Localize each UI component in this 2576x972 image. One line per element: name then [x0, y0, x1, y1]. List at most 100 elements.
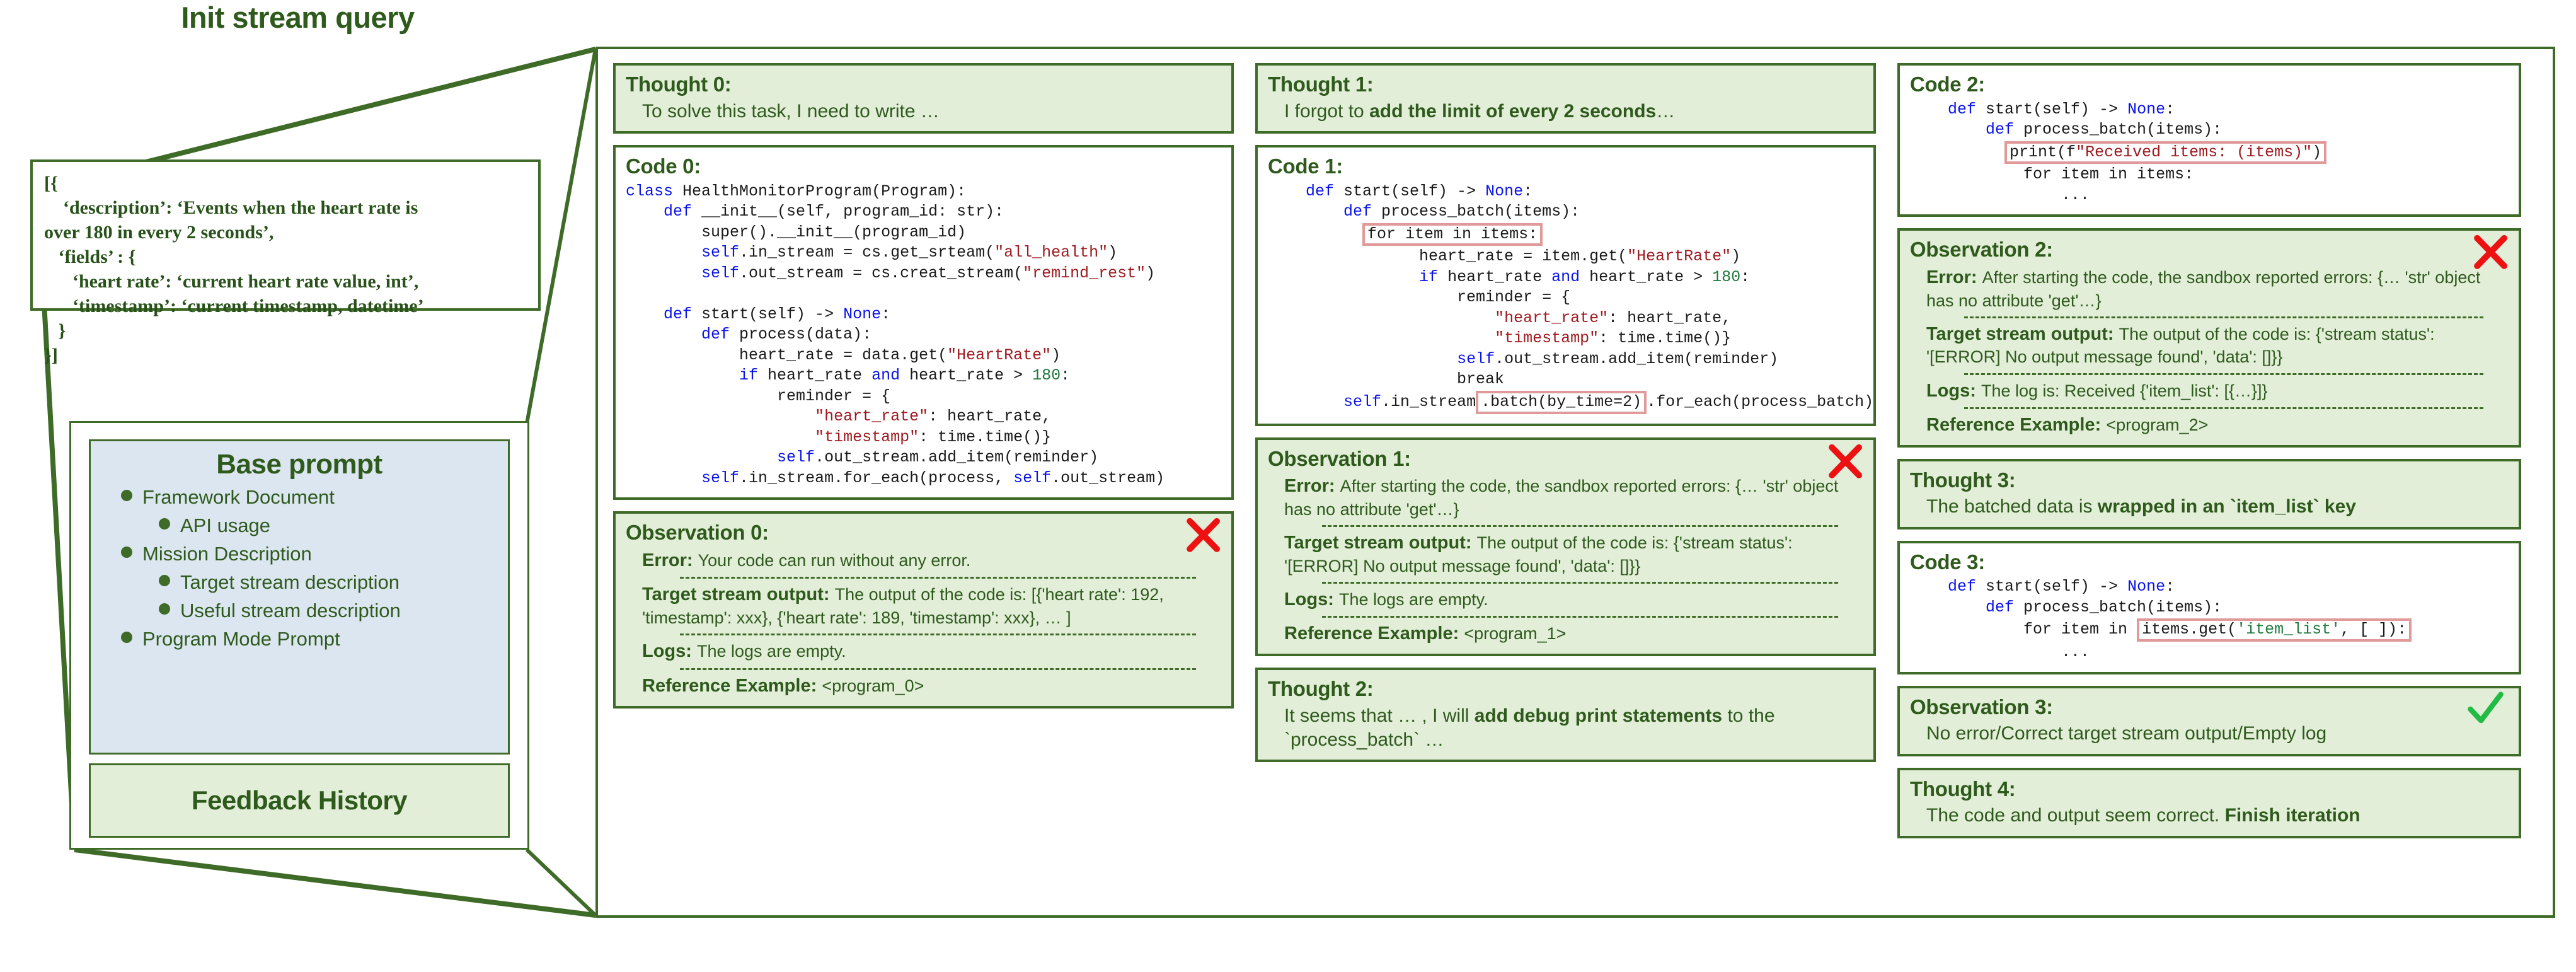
observation-row-label: Logs:: [642, 641, 697, 662]
code-line: class HealthMonitorProgram(Program):: [626, 182, 1221, 202]
observation-row-label: Target stream output:: [1284, 532, 1477, 553]
thought-box: Thought 4: The code and output seem corre…: [1897, 767, 2521, 838]
divider: [1964, 407, 2483, 410]
code-text: super().__init__(program_id): [626, 223, 967, 241]
observation-row-label: Target stream output:: [1926, 323, 2119, 344]
thought-text-emphasis: add the limit of every 2 seconds: [1369, 100, 1657, 122]
observation-row-label: Target stream output:: [642, 584, 835, 605]
code-keyword: self: [1343, 392, 1382, 411]
code-text: ...: [1910, 185, 2090, 204]
highlighted-code: items.get('item_list', [ ]):: [2137, 618, 2412, 642]
trace-column-2: Code 2: def start(self) -> None: def pro…: [1897, 63, 2521, 838]
observation-row: Logs: The logs are empty.: [642, 640, 1221, 664]
base-prompt-item: Useful stream description: [159, 599, 508, 622]
code-text: start(self) ->: [1343, 182, 1486, 200]
bullet-icon: [121, 632, 132, 643]
code-text: : heart_rate,: [928, 407, 1052, 426]
observation-row: Error: Your code can run without any err…: [642, 549, 1221, 573]
base-prompt-item-label: Useful stream description: [180, 599, 401, 622]
code-body: def start(self) -> None: def process_bat…: [1910, 577, 2509, 662]
code-keyword: self: [701, 243, 740, 262]
code-text: heart_rate = item.get(: [1268, 247, 1628, 266]
divider: [680, 668, 1196, 670]
code-keyword: def: [1910, 577, 1986, 596]
observation-row: Reference Example: <program_0>: [642, 674, 1221, 698]
bullet-icon: [121, 547, 132, 558]
thought-text: It seems that … , I will add debug print…: [1284, 704, 1863, 753]
highlighted-code: for item in items:: [1362, 223, 1543, 246]
left-panel: Init stream query [{ ‘description’: ‘Eve…: [0, 0, 595, 972]
code-keyword: if: [1419, 267, 1448, 286]
code-line: def start(self) -> None:: [1268, 182, 1863, 202]
code-line: ...: [1910, 642, 2509, 663]
code-line: self.out_stream = cs.creat_stream("remin…: [626, 263, 1221, 284]
observation-row: Logs: The log is: Received {'item_list':…: [1926, 379, 2509, 403]
observation-row-label: Error:: [642, 550, 698, 570]
bullet-icon: [159, 603, 170, 615]
code-string: "heart_rate": [815, 407, 929, 426]
code-text: : time.time()}: [919, 427, 1052, 446]
observation-row-label: Logs:: [1284, 589, 1339, 610]
code-line: def start(self) -> None:: [1910, 577, 2509, 598]
code-line: "timestamp": time.time()}: [1268, 328, 1863, 349]
base-prompt-item: Framework Document: [121, 486, 508, 509]
observation-row-label: Logs:: [1926, 380, 1981, 401]
code-text: .out_stream = cs.creat_stream(: [739, 263, 1023, 282]
code-text: start(self) ->: [1986, 100, 2128, 119]
thought-text-emphasis: wrapped in an `item_list` key: [2097, 496, 2356, 518]
thought-box: Thought 3: The batched data is wrapped in…: [1897, 458, 2521, 529]
code-keyword: def: [1910, 100, 1986, 119]
thought-header: Thought 1:: [1268, 72, 1374, 96]
observation-header: Observation 2:: [1910, 238, 2053, 262]
success-check-icon: [2468, 691, 2504, 723]
code-line: if heart_rate and heart_rate > 180:: [626, 366, 1221, 386]
code-line: self.out_stream.add_item(reminder): [1268, 349, 1863, 370]
code-header: Code 2:: [1910, 72, 1985, 96]
code-header: Code 1:: [1268, 154, 1343, 178]
trace-column-1: Thought 1: I forgot to add the limit of e…: [1255, 63, 1876, 763]
base-prompt-item-label: Framework Document: [142, 486, 335, 508]
highlighted-code: print(f"Received items: (items)"): [2004, 141, 2327, 165]
prompt-container: Base prompt Framework Document API usage M…: [69, 421, 529, 850]
code-keyword: def: [1268, 182, 1344, 200]
code-line: def process_batch(items):: [1910, 120, 2509, 141]
divider: [680, 634, 1196, 636]
observation-row: Reference Example: <program_1>: [1284, 622, 1863, 646]
thought-box: Thought 0: To solve this task, I need to …: [613, 63, 1234, 134]
code-line: ...: [1910, 185, 2509, 206]
base-prompt-item-label: Mission Description: [142, 543, 312, 565]
code-text: process_batch(items):: [2023, 120, 2222, 139]
observation-row-label: Reference Example:: [1926, 415, 2107, 436]
observation-box: Observation 1: Error: After starting the …: [1255, 437, 1876, 657]
code-line: def process_batch(items):: [1268, 202, 1863, 223]
observation-row: Error: After starting the code, the sand…: [1926, 266, 2509, 312]
thought-text-pre: I forgot to: [1284, 100, 1370, 122]
code-string: "HeartRate": [947, 345, 1052, 364]
error-cross-icon: [2474, 235, 2507, 270]
code-keyword: self: [701, 468, 740, 487]
thought-box: Thought 1: I forgot to add the limit of e…: [1255, 63, 1876, 134]
code-line: self.in_stream = cs.get_srteam("all_heal…: [626, 243, 1221, 263]
thought-text: To solve this task, I need to write …: [642, 100, 1221, 124]
trace-column-0: Thought 0: To solve this task, I need to …: [613, 63, 1234, 709]
observation-row-value: <program_1>: [1464, 624, 1567, 644]
observation-row: Error: After starting the code, the sand…: [1284, 475, 1863, 521]
code-string: "timestamp": [815, 427, 919, 446]
code-line: for item in items:: [1910, 165, 2509, 185]
base-prompt-title: Base prompt: [216, 449, 382, 480]
code-keyword: def: [1268, 202, 1382, 221]
base-prompt-item-label: Target stream description: [180, 571, 400, 593]
code-text: .out_stream.add_item(reminder): [1495, 349, 1779, 368]
observation-box: Observation 3: No error/Correct target st…: [1897, 685, 2521, 756]
code-box: Code 2: def start(self) -> None: def pro…: [1897, 63, 2521, 217]
observation-row-value: After starting the code, the sandbox rep…: [1926, 267, 2481, 310]
code-text: :: [2165, 100, 2175, 119]
